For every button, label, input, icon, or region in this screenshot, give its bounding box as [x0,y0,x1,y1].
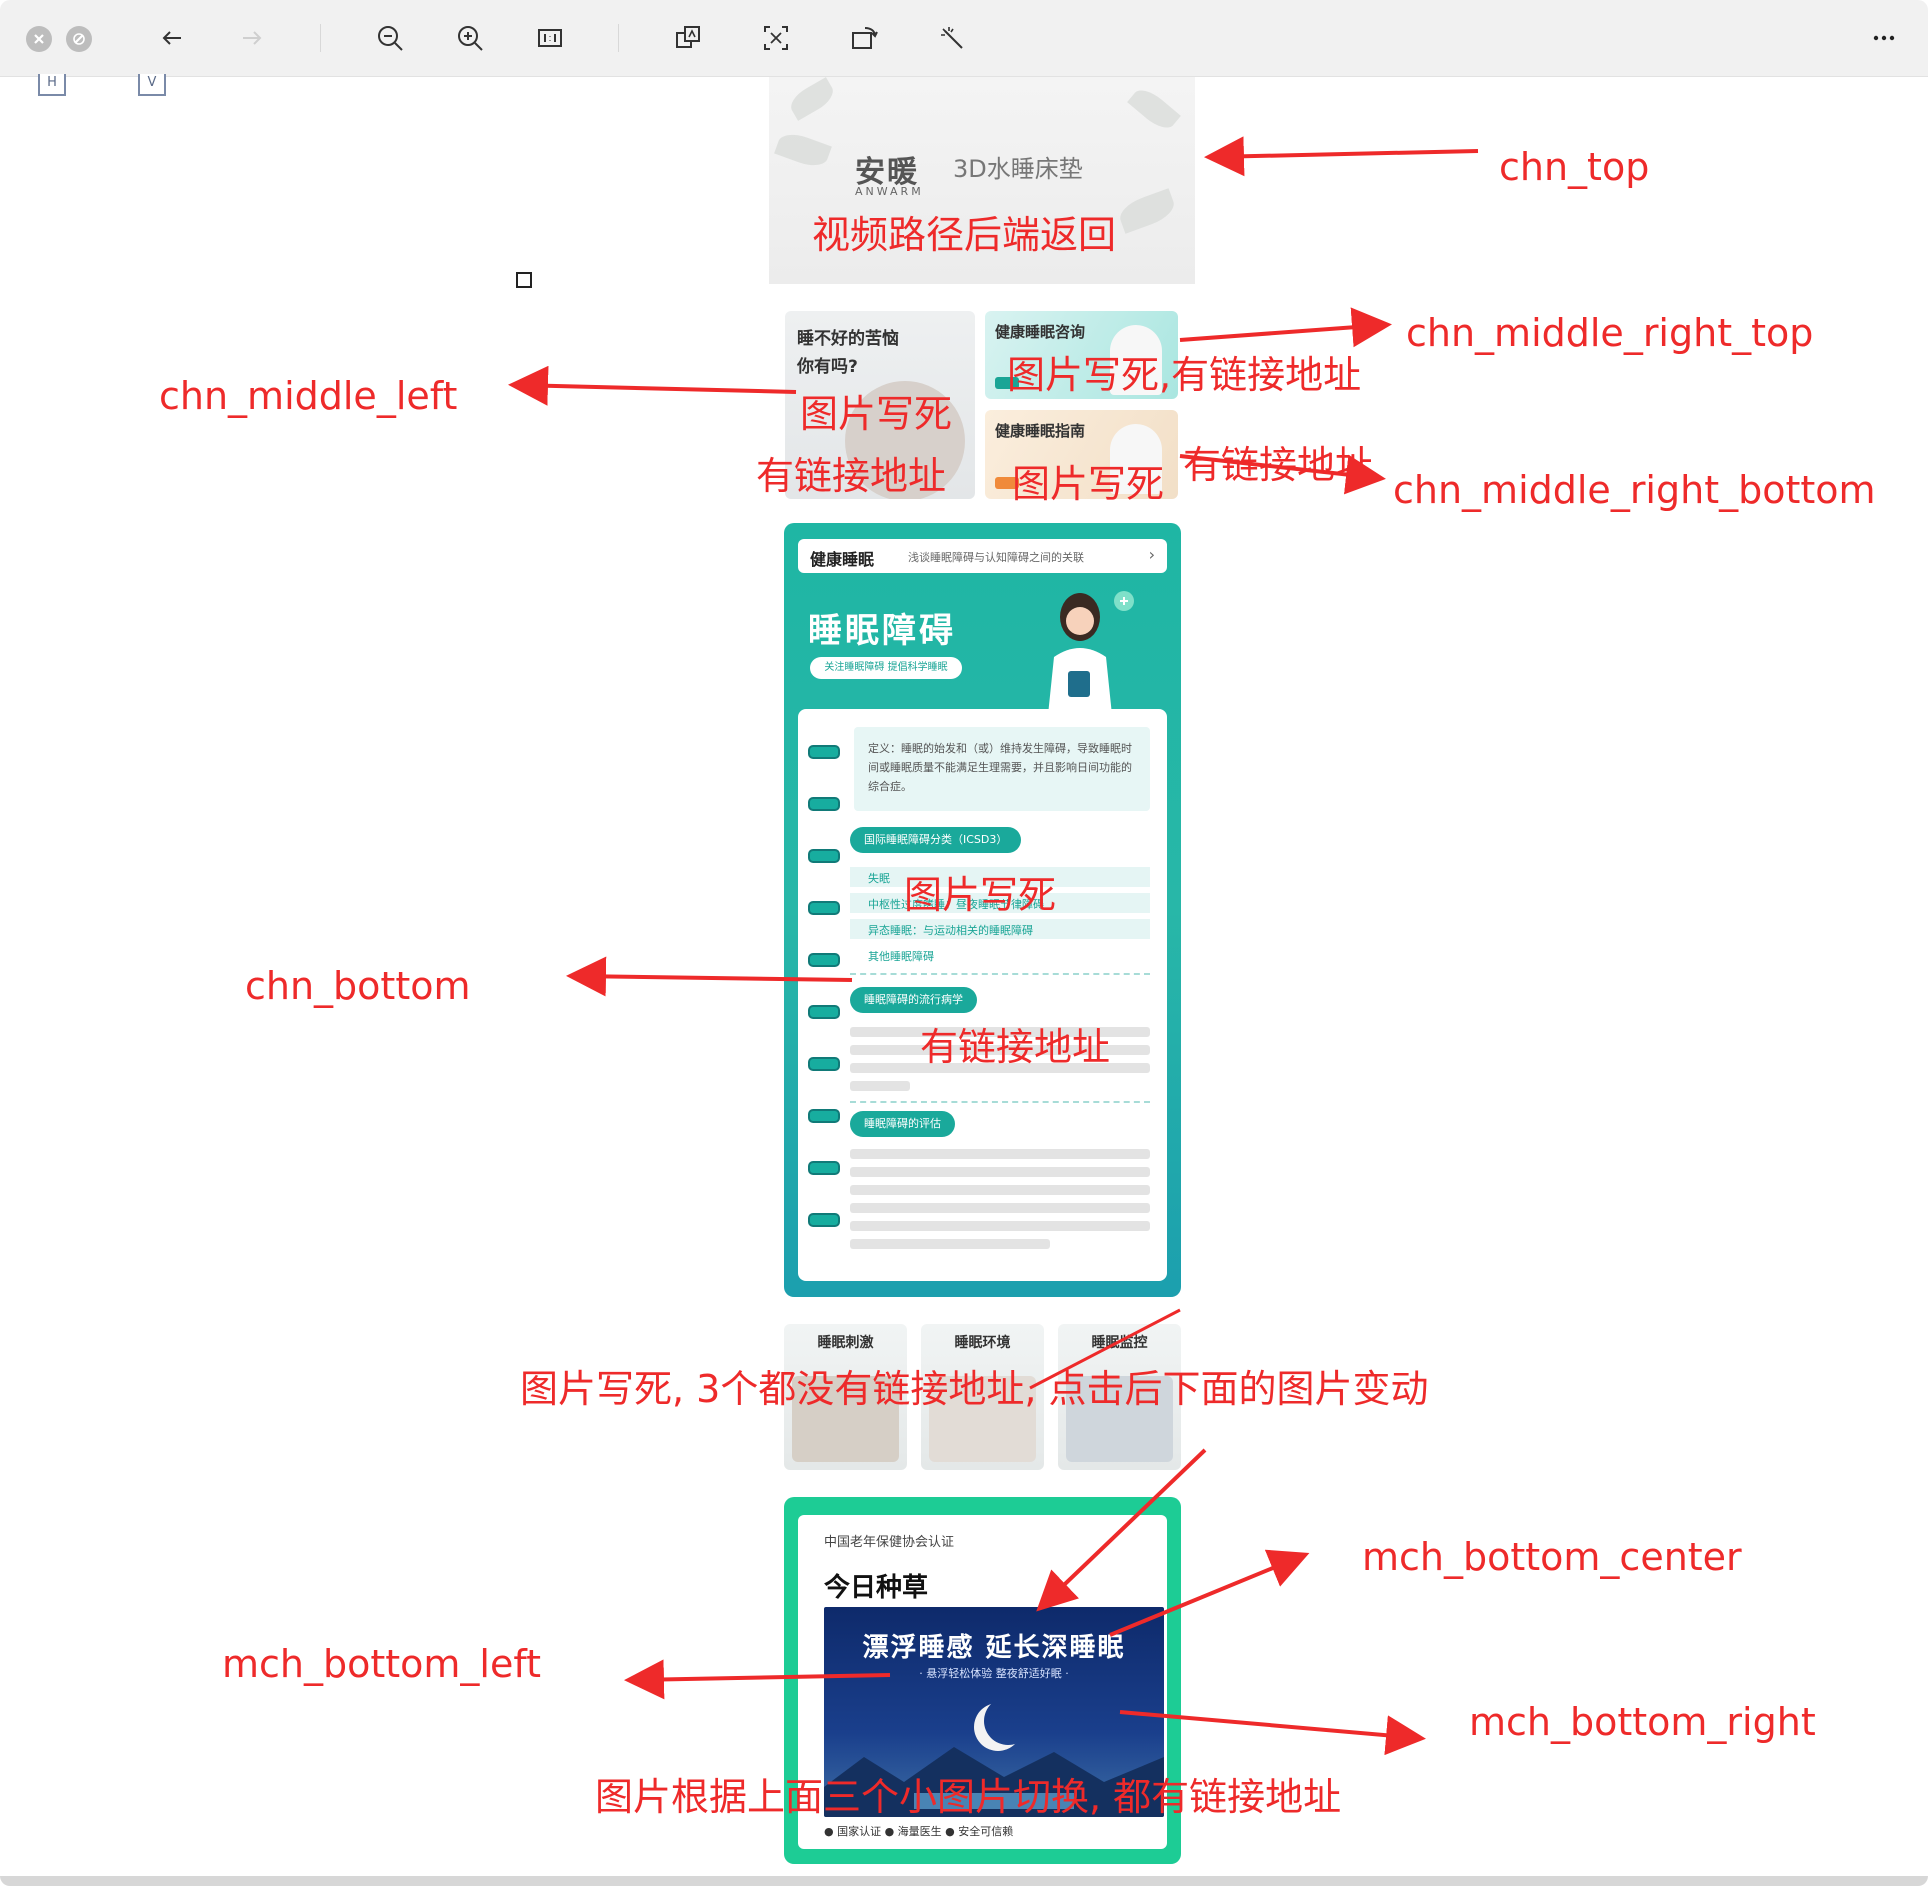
toolbar-divider [618,24,619,52]
zoom-in-icon[interactable] [452,20,488,56]
mch-footer: ● 国家认证 ● 海量医生 ● 安全可信赖 [824,1825,1014,1838]
status-bar [0,1876,1928,1886]
selection-handle[interactable] [516,272,532,288]
label-chn-middle-right-top: chn_middle_right_top [1406,311,1814,355]
binder-ring [808,1213,840,1227]
section-pill: 睡眠障碍的流行病学 [850,987,977,1013]
chevron-right-icon: › [1148,545,1155,564]
thumb-label: 睡眠监控 [1091,1335,1148,1351]
brand-tagline: 3D水睡床垫 [953,155,1083,183]
card-brand: 健康睡眠 [810,550,875,569]
thumb-label: 睡眠刺激 [817,1335,874,1351]
close-icon[interactable] [26,26,52,52]
card-content: 定义：睡眠的始发和（或）维持发生障碍，导致睡眠时间或睡眠质量不能满足生理需要，并… [798,709,1167,1281]
magic-wand-icon[interactable] [934,20,970,56]
list-item: 异态睡眠：与运动相关的睡眠障碍 [850,919,1150,939]
list-item: 其他睡眠障碍 [850,945,1150,965]
section-pill: 国际睡眠障碍分类（ICSD3） [850,827,1022,853]
binder-ring [808,901,840,915]
h-box: H [38,74,66,96]
binder-ring [808,1005,840,1019]
card-header-bar: 健康睡眠 浅谈睡眠障碍与认知障碍之间的关联 › [798,539,1167,573]
zoom-out-icon[interactable] [372,20,408,56]
rotate-icon[interactable] [846,20,882,56]
banner-subtitle: · 悬浮轻松体验 整夜舒适好眠 · [919,1667,1069,1680]
leaf-decoration [786,77,838,121]
text-line [850,1221,1150,1231]
note-chn-middle-right-top: 图片写死,有链接地址 [1007,353,1362,397]
mid-left-title: 睡不好的苦恼 你有吗? [797,329,899,377]
card-subtitle: 浅谈睡眠障碍与认知障碍之间的关联 [908,551,1084,564]
text-line [850,1185,1150,1195]
note-chn-bottom-2: 有链接地址 [920,1025,1111,1069]
translate-icon[interactable] [670,20,706,56]
note-chn-middle-right-bottom-2: 图片写死 [1012,462,1165,506]
today-logo: 今日种草 [824,1573,929,1603]
mid-rt-title: 健康睡眠咨询 [995,323,1086,341]
text-recognize-icon[interactable] [758,20,794,56]
doctor-illustration [1048,591,1134,715]
minimize-icon[interactable] [66,26,92,52]
toolbar-divider [320,24,321,52]
thumb-label: 睡眠环境 [954,1335,1011,1351]
label-chn-bottom: chn_bottom [245,964,471,1008]
v-box: V [138,74,166,96]
leaf-decoration [1115,188,1179,234]
more-icon[interactable] [1866,20,1902,56]
note-chn-bottom-1: 图片写死 [904,873,1057,917]
note-chn-top: 视频路径后端返回 [812,213,1117,257]
definition-text: 定义：睡眠的始发和（或）维持发生障碍，导致睡眠时间或睡眠质量不能满足生理需要，并… [868,742,1132,793]
image-viewer-window: H V 安暖 3D水睡床垫 ANWARM 睡不好的苦恼 你有吗? 健康睡眠咨询 健… [0,0,1928,1886]
section-pill: 睡眠障碍的评估 [850,1111,955,1137]
text-line [850,1081,910,1091]
brand-english: ANWARM [855,185,924,198]
divider [850,973,1150,975]
note-chn-middle-left-2: 有链接地址 [756,454,947,498]
banner-title: 漂浮睡感 延长深睡眠 [862,1633,1126,1663]
label-mch-bottom-center: mch_bottom_center [1362,1535,1742,1579]
definition-box: 定义：睡眠的始发和（或）维持发生障碍，导致睡眠时间或睡眠质量不能满足生理需要，并… [854,727,1150,811]
binder-ring [808,953,840,967]
association-label: 中国老年保健协会认证 [824,1535,955,1550]
text-line [850,1167,1150,1177]
label-chn-middle-left: chn_middle_left [159,374,458,418]
leaf-decoration [774,128,832,172]
note-mch: 图片根据上面三个小图片切换, 都有链接地址 [595,1775,1342,1819]
label-mch-bottom-right: mch_bottom_right [1469,1700,1816,1744]
label-chn-middle-right-bottom: chn_middle_right_bottom [1393,468,1876,512]
binder-ring [808,1161,840,1175]
leaf-decoration [1127,83,1181,135]
note-thumbnails: 图片写死, 3个都没有链接地址, 点击后下面的图片变动 [520,1367,1429,1411]
note-chn-middle-left-1: 图片写死 [800,392,953,436]
binder-ring [808,745,840,759]
arrow-left-icon[interactable] [154,20,190,56]
card-pill: 关注睡眠障碍 提倡科学睡眠 [810,657,962,679]
mid-rb-title: 健康睡眠指南 [995,422,1086,440]
binder-ring [808,1057,840,1071]
binder-ring [808,797,840,811]
card-title: 睡眠障碍 [808,611,956,651]
actual-size-icon[interactable] [532,20,568,56]
text-line [850,1149,1150,1159]
divider [850,1101,1150,1103]
arrow-right-icon[interactable] [234,20,270,56]
note-chn-middle-right-bottom-1: 有链接地址 [1183,443,1374,487]
text-line [850,1203,1150,1213]
label-chn-top: chn_top [1499,145,1650,189]
text-line [850,1239,1050,1249]
binder-ring [808,1109,840,1123]
label-mch-bottom-left: mch_bottom_left [222,1642,541,1686]
binder-ring [808,849,840,863]
toolbar [0,0,1928,77]
